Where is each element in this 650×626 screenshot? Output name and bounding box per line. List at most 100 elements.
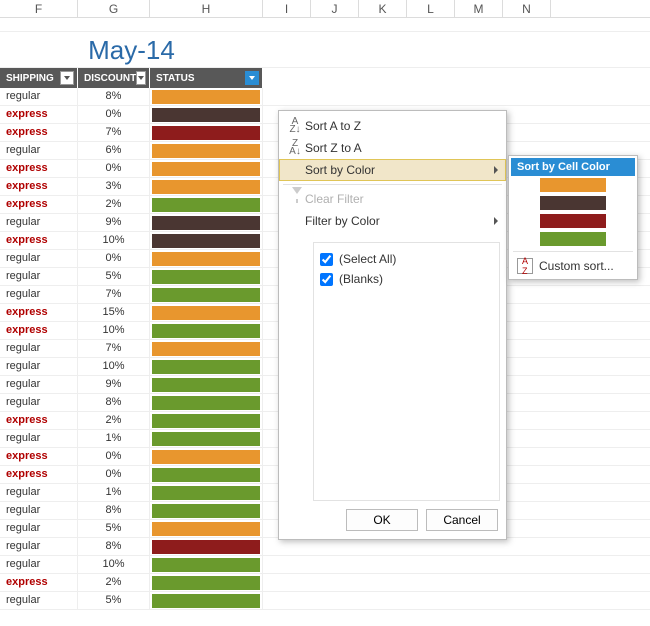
cell-discount[interactable]: 8% [78,502,150,520]
dropdown-icon[interactable] [60,71,74,85]
cell-shipping[interactable]: regular [0,430,78,448]
cell-status[interactable] [150,142,263,160]
cell-discount[interactable]: 8% [78,88,150,106]
cell-shipping[interactable]: regular [0,520,78,538]
check-select-all[interactable]: (Select All) [320,249,493,269]
column-letter[interactable]: L [407,0,455,17]
cell-discount[interactable]: 10% [78,322,150,340]
table-row[interactable]: regular8% [0,538,650,556]
cell-shipping[interactable]: regular [0,394,78,412]
cancel-button[interactable]: Cancel [426,509,498,531]
cell-shipping[interactable]: express [0,178,78,196]
checkbox[interactable] [320,253,333,266]
cell-discount[interactable]: 3% [78,178,150,196]
column-letter[interactable]: F [0,0,78,17]
cell-status[interactable] [150,484,263,502]
cell-discount[interactable]: 10% [78,232,150,250]
cell-shipping[interactable]: regular [0,340,78,358]
cell-discount[interactable]: 15% [78,304,150,322]
cell-discount[interactable]: 0% [78,106,150,124]
cell-discount[interactable]: 1% [78,430,150,448]
cell-discount[interactable]: 8% [78,538,150,556]
cell-status[interactable] [150,250,263,268]
cell-discount[interactable]: 2% [78,196,150,214]
cell-discount[interactable]: 10% [78,556,150,574]
cell-status[interactable] [150,106,263,124]
table-row[interactable]: regular10% [0,556,650,574]
table-row[interactable]: express2% [0,574,650,592]
cell-discount[interactable]: 5% [78,592,150,610]
cell-shipping[interactable]: regular [0,592,78,610]
cell-shipping[interactable]: regular [0,142,78,160]
menu-sort-az[interactable]: AZ↓ Sort A to Z [279,115,506,137]
cell-shipping[interactable]: express [0,322,78,340]
cell-shipping[interactable]: regular [0,538,78,556]
cell-status[interactable] [150,286,263,304]
cell-status[interactable] [150,178,263,196]
cell-status[interactable] [150,502,263,520]
cell-status[interactable] [150,448,263,466]
color-swatch-item[interactable] [511,176,635,194]
cell-discount[interactable]: 5% [78,268,150,286]
color-swatch-item[interactable] [511,194,635,212]
table-row[interactable]: regular5% [0,592,650,610]
cell-discount[interactable]: 2% [78,574,150,592]
cell-status[interactable] [150,340,263,358]
dropdown-icon[interactable] [245,71,259,85]
cell-discount[interactable]: 8% [78,394,150,412]
cell-discount[interactable]: 9% [78,214,150,232]
cell-discount[interactable]: 0% [78,466,150,484]
table-row[interactable]: regular8% [0,88,650,106]
cell-status[interactable] [150,376,263,394]
cell-shipping[interactable]: regular [0,502,78,520]
cell-discount[interactable]: 7% [78,286,150,304]
cell-status[interactable] [150,556,263,574]
cell-status[interactable] [150,358,263,376]
cell-shipping[interactable]: express [0,106,78,124]
cell-shipping[interactable]: regular [0,484,78,502]
cell-status[interactable] [150,592,263,610]
column-letter[interactable]: N [503,0,551,17]
cell-status[interactable] [150,196,263,214]
cell-status[interactable] [150,160,263,178]
dropdown-icon[interactable] [136,71,146,85]
cell-status[interactable] [150,538,263,556]
column-letter[interactable]: M [455,0,503,17]
cell-discount[interactable]: 5% [78,520,150,538]
cell-shipping[interactable]: express [0,466,78,484]
header-status[interactable]: STATUS [150,68,263,88]
cell-status[interactable] [150,88,263,106]
cell-discount[interactable]: 2% [78,412,150,430]
menu-filter-by-color[interactable]: Filter by Color [279,210,506,232]
cell-discount[interactable]: 0% [78,448,150,466]
header-discount[interactable]: DISCOUNT [78,68,150,88]
cell-status[interactable] [150,124,263,142]
cell-status[interactable] [150,430,263,448]
cell-shipping[interactable]: regular [0,88,78,106]
color-swatch-item[interactable] [511,230,635,248]
cell-shipping[interactable]: regular [0,556,78,574]
cell-shipping[interactable]: express [0,160,78,178]
filter-checkbox-list[interactable]: (Select All) (Blanks) [313,242,500,501]
check-blanks[interactable]: (Blanks) [320,269,493,289]
column-letter[interactable]: G [78,0,150,17]
column-letter[interactable]: J [311,0,359,17]
cell-shipping[interactable]: regular [0,286,78,304]
cell-shipping[interactable]: express [0,574,78,592]
custom-sort-item[interactable]: AZ Custom sort... [511,255,635,277]
cell-discount[interactable]: 7% [78,124,150,142]
cell-shipping[interactable]: regular [0,268,78,286]
cell-discount[interactable]: 9% [78,376,150,394]
cell-shipping[interactable]: regular [0,358,78,376]
cell-shipping[interactable]: express [0,448,78,466]
ok-button[interactable]: OK [346,509,418,531]
menu-sort-za[interactable]: ZA↓ Sort Z to A [279,137,506,159]
cell-status[interactable] [150,268,263,286]
cell-shipping[interactable]: express [0,304,78,322]
cell-shipping[interactable]: express [0,196,78,214]
cell-discount[interactable]: 7% [78,340,150,358]
cell-status[interactable] [150,466,263,484]
header-shipping[interactable]: SHIPPING [0,68,78,88]
menu-sort-by-color[interactable]: Sort by Color [279,159,506,181]
cell-shipping[interactable]: regular [0,250,78,268]
